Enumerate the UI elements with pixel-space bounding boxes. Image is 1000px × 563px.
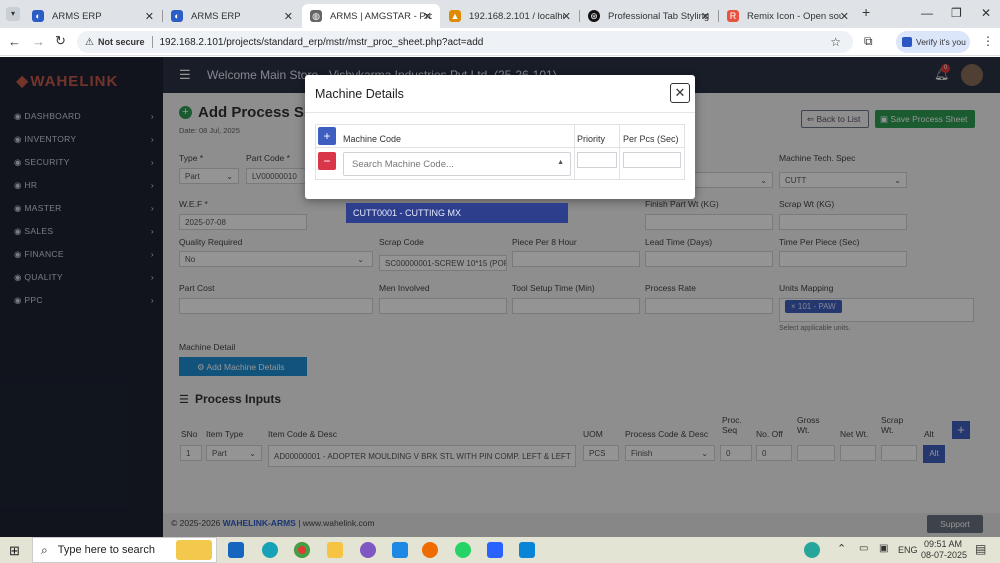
browser-tab-6[interactable]: R Remix Icon - Open source ✕: [719, 4, 857, 28]
restore-icon[interactable]: ❐: [951, 6, 962, 20]
forward-arrow-icon[interactable]: →: [32, 34, 45, 49]
close-icon[interactable]: ✕: [423, 10, 432, 23]
vscode-icon[interactable]: [519, 542, 535, 558]
menu-kebab-icon[interactable]: ⋮: [982, 34, 994, 48]
browser-toolbar: ← → ↻ ⚠ Not secure 192.168.2.101/project…: [0, 28, 1000, 56]
notifications-icon[interactable]: ▤: [975, 542, 986, 556]
close-icon[interactable]: ✕: [840, 10, 849, 23]
browser-tab-1[interactable]: ◐ ARMS ERP ✕: [24, 4, 162, 28]
col-priority: Priority: [577, 134, 606, 144]
windows-start-icon[interactable]: ⊞: [9, 543, 20, 559]
browser-tab-3[interactable]: ◍ ARMS | AMGSTAR - Proces ✕: [302, 4, 440, 28]
bookmark-star-icon[interactable]: ☆: [830, 35, 841, 49]
clock-date: 08-07-2025: [921, 550, 968, 560]
tab-title: Professional Tab Styling: [608, 10, 710, 22]
globe-icon: ◍: [310, 10, 322, 22]
arms-favicon: ◐: [171, 10, 183, 22]
reload-icon[interactable]: ↻: [55, 33, 66, 49]
close-icon[interactable]: ✕: [701, 10, 710, 23]
machine-code-search[interactable]: Search Machine Code... ▲: [343, 152, 571, 176]
extensions-icon[interactable]: ⧉: [864, 34, 873, 49]
tab-title: ARMS ERP: [191, 10, 241, 22]
caret-up-icon: ▲: [557, 159, 564, 166]
machine-code-option[interactable]: CUTT0001 - CUTTING MX: [346, 203, 568, 223]
whatsapp-icon[interactable]: [455, 542, 471, 558]
language-indicator[interactable]: ENG: [898, 545, 918, 555]
chatgpt-icon: ⊛: [588, 10, 600, 22]
priority-input[interactable]: [577, 152, 617, 168]
chrome-icon[interactable]: [294, 542, 310, 558]
close-icon[interactable]: ✕: [562, 10, 571, 23]
arms-favicon: ◐: [32, 10, 44, 22]
firefox-icon[interactable]: [422, 542, 438, 558]
browser-tab-2[interactable]: ◐ ARMS ERP ✕: [163, 4, 301, 28]
modal-title: Machine Details: [315, 87, 404, 101]
app-icon[interactable]: [360, 542, 376, 558]
browser-tab-5[interactable]: ⊛ Professional Tab Styling ✕: [580, 4, 718, 28]
weather-icon[interactable]: [804, 542, 820, 558]
search-highlight-icon: [176, 540, 212, 560]
browser-tab-bar: ▾ ◐ ARMS ERP ✕ ◐ ARMS ERP ✕ ◍ ARMS | AMG…: [0, 0, 1000, 28]
address-bar[interactable]: ⚠ Not secure 192.168.2.101/projects/stan…: [77, 31, 853, 53]
taskbar-search[interactable]: ⌕ Type here to search: [32, 537, 217, 563]
add-machine-row-button[interactable]: +: [318, 127, 336, 145]
profile-button[interactable]: Verify it's you: [896, 31, 970, 53]
network-icon[interactable]: ▣: [879, 543, 888, 554]
clock-time: 09:51 AM: [924, 539, 963, 549]
new-tab-icon[interactable]: +: [862, 4, 870, 20]
app-icon[interactable]: [392, 542, 408, 558]
machine-code-search-placeholder: Search Machine Code...: [352, 159, 454, 170]
tab-title: ARMS ERP: [52, 10, 102, 22]
remix-icon: R: [727, 10, 739, 22]
security-label: Not secure: [97, 37, 145, 47]
taskbar-search-placeholder: Type here to search: [57, 544, 155, 556]
tab-title: 192.168.2.101 / localhost /: [469, 10, 564, 22]
windows-taskbar: ⊞ ⌕ Type here to search ⌃ ▭ ▣ ENG 09:51 …: [0, 537, 1000, 563]
phpmyadmin-icon: ▲: [449, 10, 461, 22]
per-pcs-input[interactable]: [623, 152, 681, 168]
tab-title: ARMS | AMGSTAR - Proces: [330, 10, 432, 22]
modal-close-button[interactable]: ✕: [670, 83, 690, 103]
close-icon[interactable]: ✕: [145, 10, 154, 23]
outlook-icon[interactable]: [228, 542, 244, 558]
warning-icon: ⚠: [85, 36, 94, 48]
col-per-pcs: Per Pcs (Sec): [623, 134, 679, 144]
chevron-up-icon[interactable]: ⌃: [837, 542, 846, 555]
tab-search-icon[interactable]: ▾: [6, 7, 20, 21]
remove-machine-row-button[interactable]: −: [318, 152, 336, 170]
battery-icon: ▭: [859, 543, 869, 554]
file-explorer-icon[interactable]: [327, 542, 343, 558]
minimize-icon[interactable]: —: [921, 6, 933, 20]
back-arrow-icon[interactable]: ←: [8, 34, 21, 49]
app-icon[interactable]: [487, 542, 503, 558]
tab-title: Remix Icon - Open source: [747, 10, 842, 22]
window-close-icon[interactable]: ✕: [981, 6, 991, 20]
search-icon: ⌕: [41, 542, 48, 557]
browser-tab-4[interactable]: ▲ 192.168.2.101 / localhost / ✕: [441, 4, 579, 28]
edge-icon[interactable]: [262, 542, 278, 558]
close-icon[interactable]: ✕: [284, 10, 293, 23]
profile-icon: [902, 37, 912, 47]
machine-details-modal: Machine Details ✕ + Machine Code Priorit…: [305, 75, 695, 199]
profile-label: Verify it's you: [916, 37, 966, 47]
col-machine-code: Machine Code: [343, 134, 402, 144]
url-text: 192.168.2.101/projects/standard_erp/mstr…: [159, 36, 484, 48]
